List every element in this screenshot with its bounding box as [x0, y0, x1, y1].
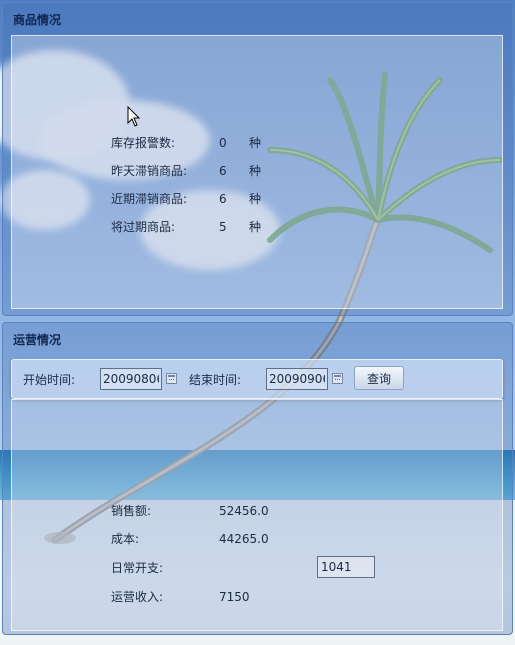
sales-value: 52456.0 — [219, 504, 269, 518]
recent-slow-unit: 种 — [249, 192, 262, 206]
daily-expense-label: 日常开支: — [111, 561, 164, 575]
stock-alert-label: 库存报警数: — [111, 136, 176, 150]
date-filter-bar: 开始时间: 结束时间: 查询 — [11, 359, 503, 399]
expiring-value: 5 — [219, 220, 227, 234]
start-date-input[interactable] — [100, 368, 162, 390]
end-time-label: 结束时间: — [189, 373, 242, 387]
end-date-input[interactable] — [266, 368, 328, 390]
expiring-unit: 种 — [249, 220, 262, 234]
calendar-icon[interactable] — [332, 373, 343, 384]
query-button[interactable]: 查询 — [354, 366, 404, 390]
operating-revenue-value: 7150 — [219, 590, 250, 604]
goods-panel-title: 商品情况 — [13, 13, 62, 27]
expiring-label: 将过期商品: — [111, 220, 176, 234]
operating-revenue-label: 运营收入: — [111, 590, 164, 604]
daily-expense-input[interactable] — [317, 556, 375, 578]
start-time-label: 开始时间: — [23, 373, 76, 387]
yesterday-slow-label: 昨天滞销商品: — [111, 164, 188, 178]
mouse-cursor-icon — [127, 106, 141, 127]
stock-alert-value: 0 — [219, 136, 227, 150]
yesterday-slow-value: 6 — [219, 164, 227, 178]
cost-value: 44265.0 — [219, 532, 269, 546]
sales-label: 销售额: — [111, 504, 152, 518]
recent-slow-label: 近期滞销商品: — [111, 192, 188, 206]
calendar-icon[interactable] — [166, 373, 177, 384]
yesterday-slow-unit: 种 — [249, 164, 262, 178]
stock-alert-unit: 种 — [249, 136, 262, 150]
operations-panel-title: 运营情况 — [13, 333, 62, 347]
operations-panel: 运营情况 开始时间: 结束时间: 查询 销售额: 52456.0 成本: 442… — [2, 322, 513, 635]
cost-label: 成本: — [111, 532, 140, 546]
recent-slow-value: 6 — [219, 192, 227, 206]
goods-panel: 商品情况 库存报警数: 0 种 昨天滞销商品: 6 种 近期滞销商品: 6 种 … — [2, 2, 513, 316]
